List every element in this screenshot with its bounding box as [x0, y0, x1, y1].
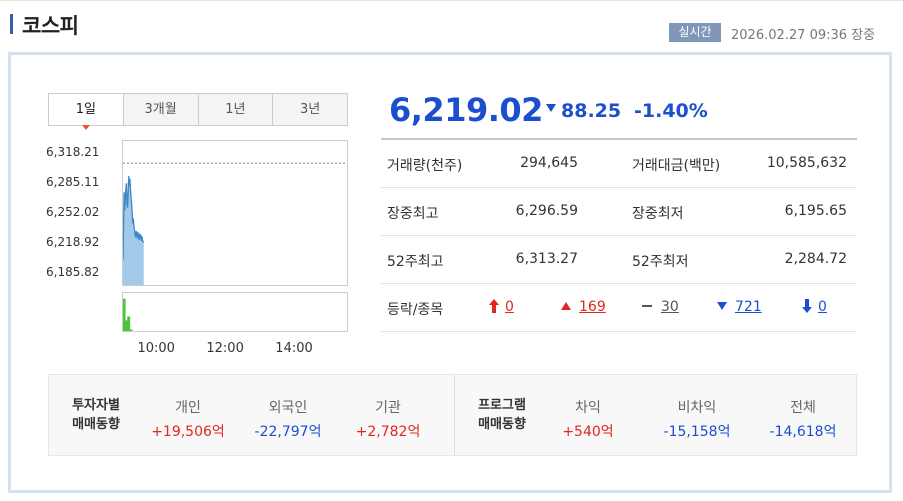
- tab-1day[interactable]: 1일: [49, 94, 124, 130]
- tab-label: 3년: [300, 102, 321, 117]
- w52-high-label: 52주최고: [387, 254, 444, 270]
- program-total-value: -14,618억: [769, 424, 837, 440]
- price-change-percent: -1.40%: [634, 100, 708, 122]
- y-tick-label: 6,218.92: [46, 234, 100, 249]
- stats-row-52week: 52주최고 6,313.27 52주최저 2,284.72: [381, 236, 857, 284]
- stats-row-day-range: 장중최고 6,296.59 장중최저 6,195.65: [381, 188, 857, 236]
- up-count[interactable]: 169: [561, 299, 606, 315]
- individual-label: 개인: [175, 400, 201, 416]
- price-chart-svg: [122, 162, 347, 285]
- limit-up-count[interactable]: 0: [489, 299, 514, 315]
- stats-row-volume: 거래량(천주) 294,645 거래대금(백만) 10,585,632: [381, 140, 857, 188]
- individual-value: +19,506억: [151, 424, 225, 440]
- limit-down-count[interactable]: 0: [802, 299, 827, 315]
- program-total-label: 전체: [790, 400, 816, 416]
- x-tick-label: 10:00: [137, 341, 175, 356]
- unchanged-value: 30: [661, 299, 679, 315]
- up-triangle-icon: [561, 302, 571, 310]
- day-low-label: 장중최저: [632, 206, 684, 222]
- active-tab-marker-icon: [81, 125, 90, 130]
- up-value: 169: [579, 299, 606, 315]
- non-arbitrage-value: -15,158억: [663, 424, 731, 440]
- foreign-value: -22,797억: [254, 424, 322, 440]
- w52-high-value: 6,313.27: [515, 251, 578, 267]
- volume-chart: [122, 292, 348, 332]
- investor-trading-box: 투자자별 매매동향 개인 +19,506억 외국인 -22,797억 기관 +2…: [48, 374, 857, 456]
- live-badge: 실시간: [669, 23, 721, 42]
- amount-value: 10,585,632: [766, 155, 847, 171]
- stats-row-breadth: 등락/종목 0 169 30 721 0: [381, 284, 857, 332]
- timestamp: 2026.02.27 09:36 장중: [731, 28, 876, 43]
- y-tick-label: 6,252.02: [46, 204, 100, 219]
- down-count[interactable]: 721: [717, 299, 762, 315]
- foreign-label: 외국인: [268, 400, 308, 416]
- x-tick-label: 12:00: [206, 341, 244, 356]
- breadth-label: 등락/종목: [387, 302, 444, 318]
- tab-label: 1년: [225, 102, 246, 117]
- stats-table: 거래량(천주) 294,645 거래대금(백만) 10,585,632 장중최고…: [381, 138, 857, 332]
- unchanged-dash-icon: [642, 305, 652, 307]
- program-title-line2: 매매동향: [478, 417, 526, 432]
- investor-title-line1: 투자자별: [72, 398, 120, 413]
- tab-label: 1일: [75, 102, 96, 117]
- institution-label: 기관: [375, 400, 401, 416]
- investor-program-divider: [454, 375, 455, 455]
- y-tick-label: 6,185.82: [46, 264, 100, 279]
- page-header: 코스피 실시간 2026.02.27 09:36 장중: [0, 0, 903, 50]
- non-arbitrage-label: 비차익: [677, 400, 717, 416]
- limit-up-arrow-icon: [489, 299, 499, 313]
- tab-label: 3개월: [144, 102, 177, 117]
- unchanged-count[interactable]: 30: [642, 299, 679, 315]
- down-arrow-icon: [546, 104, 556, 112]
- down-value: 721: [735, 299, 762, 315]
- tab-3month[interactable]: 3개월: [123, 94, 199, 125]
- volume-value: 294,645: [520, 155, 578, 171]
- day-high-label: 장중최고: [387, 206, 439, 222]
- day-low-value: 6,195.65: [784, 203, 847, 219]
- current-price: 6,219.02: [389, 91, 543, 129]
- limit-down-arrow-icon: [802, 299, 812, 313]
- price-chart[interactable]: [122, 140, 348, 286]
- limit-up-value: 0: [505, 299, 514, 315]
- tab-3year[interactable]: 3년: [273, 94, 347, 125]
- arbitrage-value: +540억: [562, 424, 614, 440]
- page-title: 코스피: [22, 14, 79, 38]
- title-accent-bar: [10, 14, 13, 34]
- tab-1year[interactable]: 1년: [198, 94, 274, 125]
- volume-label: 거래량(천주): [387, 158, 463, 174]
- price-change: 88.25: [561, 100, 622, 122]
- amount-label: 거래대금(백만): [632, 158, 721, 174]
- w52-low-value: 2,284.72: [784, 251, 847, 267]
- volume-chart-svg: [122, 298, 133, 331]
- top-divider: [0, 0, 903, 1]
- institution-value: +2,782억: [355, 424, 421, 440]
- program-trading-title: 프로그램 매매동향: [467, 396, 537, 434]
- volume-bar: [127, 316, 131, 331]
- y-tick-label: 6,318.21: [46, 145, 100, 160]
- program-title-line1: 프로그램: [478, 398, 526, 413]
- down-triangle-icon: [717, 302, 727, 310]
- period-tabs: 1일 3개월 1년 3년: [48, 93, 348, 130]
- y-tick-label: 6,285.11: [46, 175, 100, 190]
- investor-trading-title: 투자자별 매매동향: [63, 396, 129, 434]
- x-tick-label: 14:00: [275, 341, 313, 356]
- limit-down-value: 0: [818, 299, 827, 315]
- investor-title-line2: 매매동향: [72, 417, 120, 432]
- w52-low-label: 52주최저: [632, 254, 689, 270]
- volume-bar: [129, 329, 133, 331]
- day-high-value: 6,296.59: [515, 203, 578, 219]
- arbitrage-label: 차익: [575, 400, 601, 416]
